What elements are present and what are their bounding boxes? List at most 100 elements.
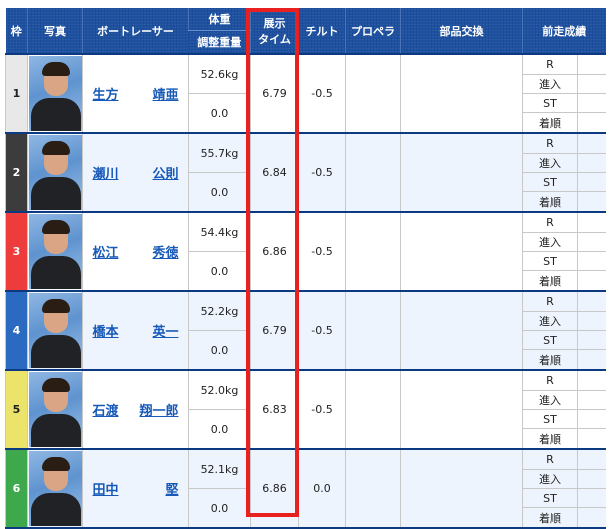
racer-name-link[interactable]: 瀬川 公則 <box>93 163 179 182</box>
prev-value <box>577 488 606 509</box>
racer-surname: 田中 <box>92 483 119 498</box>
racer-weight-adjust: 0.0 <box>188 251 251 291</box>
racer-photo[interactable] <box>27 132 83 212</box>
racer-weight-adjust: 0.0 <box>188 93 251 133</box>
header-parts: 部品交換 <box>400 8 523 54</box>
prev-value <box>577 409 606 430</box>
header-weight: 体重 <box>188 8 251 31</box>
prev-label: ST <box>522 172 578 193</box>
racer-name-link[interactable]: 橋本 英一 <box>93 321 179 340</box>
prev-value <box>577 251 606 272</box>
header-exhibit-time-line2: タイム <box>258 32 291 46</box>
racer-name-cell: 橋本 英一 <box>82 290 189 370</box>
racer-name-link[interactable]: 生方 靖亜 <box>93 84 179 103</box>
racer-exhibit-time: 6.86 <box>250 448 299 528</box>
racer-name-cell: 瀬川 公則 <box>82 132 189 212</box>
racer-info-table: 枠 写真 ボートレーサー 体重 展示 タイム チルト プロペラ 部品交換 前走成… <box>5 8 606 529</box>
racer-weight-adjust: 0.0 <box>188 488 251 528</box>
prev-value <box>577 390 606 410</box>
header-photo: 写真 <box>27 8 83 54</box>
frame-number: 1 <box>5 53 28 133</box>
prev-label: R <box>522 290 578 312</box>
racer-given-name: 秀徳 <box>152 246 179 261</box>
prev-label: R <box>522 369 578 391</box>
racer-weight-adjust: 0.0 <box>188 172 251 212</box>
prev-value <box>577 112 606 133</box>
header-frame: 枠 <box>5 8 28 54</box>
racer-photo-image <box>28 214 82 289</box>
prev-value <box>577 53 606 75</box>
header-exhibit-time: 展示 タイム <box>250 8 299 54</box>
racer-photo[interactable] <box>27 53 83 133</box>
racer-name-link[interactable]: 田中 堅 <box>93 479 179 498</box>
racer-name-link[interactable]: 松江 秀徳 <box>93 242 179 261</box>
racer-photo[interactable] <box>27 290 83 370</box>
racer-surname: 橋本 <box>92 325 119 340</box>
prev-value <box>577 369 606 391</box>
prev-label: R <box>522 211 578 233</box>
racer-photo-image <box>28 451 82 526</box>
racer-exhibit-time: 6.79 <box>250 53 299 133</box>
racer-photo-image <box>28 293 82 368</box>
racer-parts <box>400 132 523 212</box>
racer-tilt: -0.5 <box>298 369 346 449</box>
racer-propeller <box>345 211 401 291</box>
prev-value <box>577 211 606 233</box>
racer-exhibit-time: 6.79 <box>250 290 299 370</box>
racer-photo[interactable] <box>27 211 83 291</box>
racer-photo[interactable] <box>27 448 83 528</box>
prev-value <box>577 93 606 114</box>
racer-surname: 石渡 <box>92 404 119 419</box>
prev-label: 着順 <box>522 191 578 212</box>
racer-row: 3 松江 秀徳 54.4kg 6.86 -0.5 R <box>5 211 606 291</box>
racer-surname: 生方 <box>92 88 119 103</box>
racer-parts <box>400 211 523 291</box>
prev-label: 着順 <box>522 270 578 291</box>
racer-exhibit-time: 6.83 <box>250 369 299 449</box>
racer-row: 1 生方 靖亜 52.6kg 6.79 -0.5 R <box>5 53 606 133</box>
racer-exhibit-time: 6.84 <box>250 132 299 212</box>
racer-weight: 54.4kg <box>188 211 251 252</box>
header-propeller: プロペラ <box>345 8 401 54</box>
frame-number: 6 <box>5 448 28 528</box>
prev-label: R <box>522 53 578 75</box>
racer-photo[interactable] <box>27 369 83 449</box>
racer-tilt: -0.5 <box>298 53 346 133</box>
racer-name-cell: 田中 堅 <box>82 448 189 528</box>
prev-label: ST <box>522 409 578 430</box>
racer-surname: 瀬川 <box>92 167 119 182</box>
prev-value <box>577 330 606 351</box>
prev-value <box>577 232 606 252</box>
racer-surname: 松江 <box>92 246 119 261</box>
racer-row: 2 瀬川 公則 55.7kg 6.84 -0.5 R <box>5 132 606 212</box>
prev-value <box>577 311 606 331</box>
racer-photo-image <box>28 56 82 131</box>
prev-value <box>577 428 606 449</box>
racer-given-name: 英一 <box>152 325 179 340</box>
racer-tilt: 0.0 <box>298 448 346 528</box>
racer-weight: 52.1kg <box>188 448 251 489</box>
racer-row: 5 石渡 翔一郎 52.0kg 6.83 -0.5 R <box>5 369 606 449</box>
prev-label: 進入 <box>522 390 578 410</box>
racer-name-link[interactable]: 石渡 翔一郎 <box>93 400 179 419</box>
prev-label: 進入 <box>522 311 578 331</box>
racer-given-name: 翔一郎 <box>139 404 179 419</box>
prev-value <box>577 153 606 173</box>
prev-label: ST <box>522 330 578 351</box>
prev-label: 着順 <box>522 112 578 133</box>
racer-propeller <box>345 448 401 528</box>
racer-propeller <box>345 290 401 370</box>
racer-parts <box>400 290 523 370</box>
racer-tilt: -0.5 <box>298 132 346 212</box>
racer-parts <box>400 369 523 449</box>
racer-tilt: -0.5 <box>298 211 346 291</box>
header-racer: ボートレーサー <box>82 8 189 54</box>
racer-propeller <box>345 369 401 449</box>
prev-value <box>577 469 606 489</box>
racer-weight: 52.2kg <box>188 290 251 331</box>
racer-weight-adjust: 0.0 <box>188 330 251 370</box>
racer-parts <box>400 448 523 528</box>
racer-exhibit-time: 6.86 <box>250 211 299 291</box>
racer-row: 4 橋本 英一 52.2kg 6.79 -0.5 R <box>5 290 606 370</box>
frame-number: 4 <box>5 290 28 370</box>
